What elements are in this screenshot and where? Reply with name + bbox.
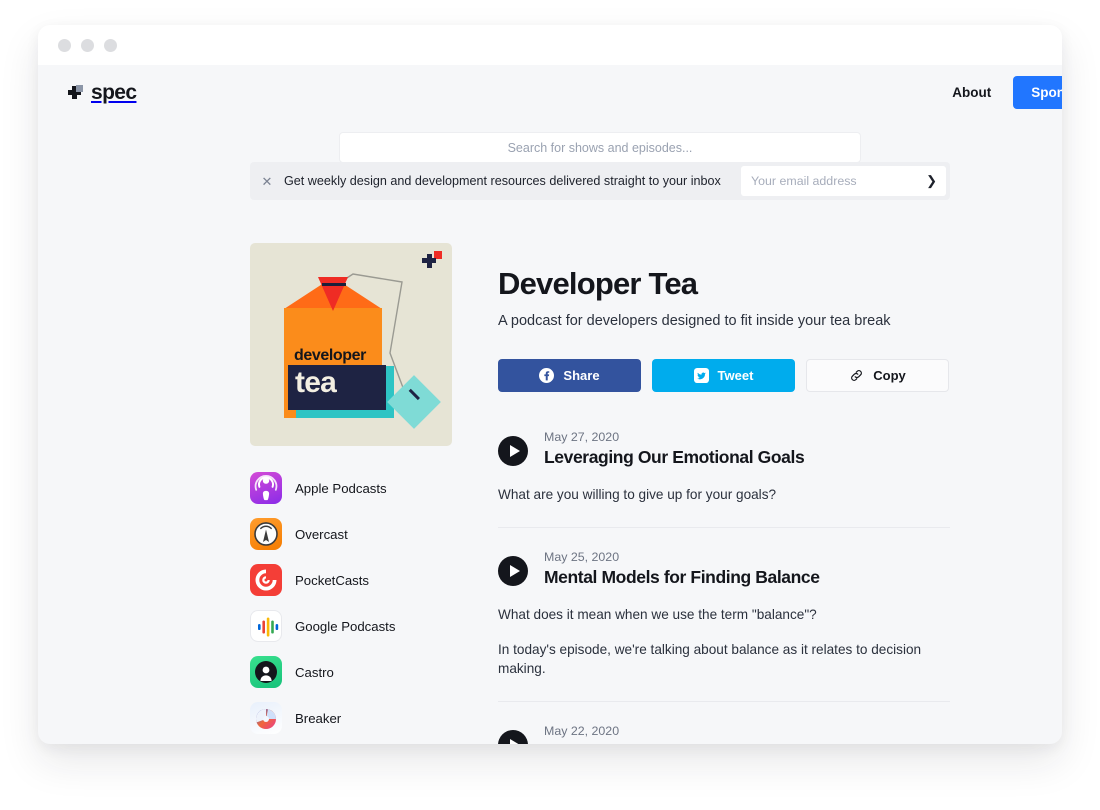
platform-link-apple-podcasts[interactable]: Apple Podcasts bbox=[250, 472, 452, 504]
platform-label: Apple Podcasts bbox=[295, 480, 387, 496]
episode-list: May 27, 2020 Leveraging Our Emotional Go… bbox=[498, 430, 950, 744]
podcast-artwork: developer tea bbox=[250, 243, 452, 446]
play-icon[interactable] bbox=[498, 436, 528, 467]
show-subtitle: A podcast for developers designed to fit… bbox=[498, 313, 891, 330]
share-buttons: Share Tweet Copy bbox=[498, 359, 950, 393]
episode-title[interactable]: Mental Models for Finding Balance bbox=[544, 567, 820, 588]
browser-window: spec About Sponsor ✕ Get weekly design a… bbox=[38, 25, 1062, 744]
facebook-icon bbox=[539, 368, 555, 384]
newsletter-banner: ✕ Get weekly design and development reso… bbox=[250, 162, 950, 200]
episode-paragraph: In today's episode, we're talking about … bbox=[498, 641, 922, 677]
platform-label: Google Podcasts bbox=[295, 618, 396, 634]
google-podcasts-icon bbox=[250, 610, 282, 642]
newsletter-email-input[interactable] bbox=[741, 166, 946, 196]
facebook-share-button[interactable]: Share bbox=[498, 359, 641, 393]
play-icon[interactable] bbox=[498, 729, 528, 744]
artwork-line2: tea bbox=[295, 366, 337, 399]
teabag-staple-shape bbox=[322, 283, 346, 286]
platform-label: Breaker bbox=[295, 710, 342, 726]
episode-description: What are you willing to give up for your… bbox=[498, 485, 950, 505]
traffic-light-maximize[interactable] bbox=[104, 38, 117, 52]
traffic-light-close[interactable] bbox=[58, 38, 71, 52]
link-icon bbox=[849, 368, 864, 383]
show-page-content: developer tea Apple Podcasts Overcast Po… bbox=[250, 243, 950, 744]
twitter-share-button[interactable]: Tweet bbox=[652, 359, 795, 393]
apple-podcasts-icon bbox=[250, 472, 282, 504]
episode-date: May 27, 2020 bbox=[544, 430, 620, 445]
site-logo-label: spec bbox=[91, 80, 137, 104]
twitter-share-label: Tweet bbox=[717, 368, 754, 384]
copy-link-label: Copy bbox=[873, 368, 906, 384]
platform-label: Overcast bbox=[295, 526, 348, 542]
episode-paragraph: What does it mean when we use the term "… bbox=[498, 606, 817, 622]
castro-icon bbox=[250, 656, 282, 688]
breaker-icon bbox=[250, 702, 282, 734]
header-nav: About Sponsor bbox=[952, 65, 1062, 120]
episode-date: May 25, 2020 bbox=[544, 549, 620, 564]
platform-link-pocketcasts[interactable]: PocketCasts bbox=[250, 564, 452, 596]
newsletter-email-field[interactable]: ❯ bbox=[741, 166, 946, 196]
platform-link-castro[interactable]: Castro bbox=[250, 656, 452, 688]
platform-label: Castro bbox=[295, 664, 334, 680]
platform-link-breaker[interactable]: Breaker bbox=[250, 702, 452, 734]
episode-title[interactable]: Leveraging Our Emotional Goals bbox=[544, 447, 805, 468]
show-sidebar: developer tea Apple Podcasts Overcast Po… bbox=[250, 243, 452, 744]
artwork-line1: developer bbox=[294, 347, 366, 364]
facebook-share-label: Share bbox=[563, 368, 600, 384]
platform-label: PocketCasts bbox=[295, 572, 370, 588]
platform-link-google-podcasts[interactable]: Google Podcasts bbox=[250, 610, 452, 642]
play-icon[interactable] bbox=[498, 555, 528, 586]
episode-date: May 22, 2020 bbox=[544, 723, 620, 738]
traffic-light-minimize[interactable] bbox=[81, 38, 94, 52]
artwork-spec-plus-mark-icon bbox=[422, 251, 442, 270]
chevron-right-icon[interactable]: ❯ bbox=[926, 173, 937, 189]
platform-links: Apple Podcasts Overcast PocketCasts Goog… bbox=[250, 472, 452, 744]
nav-about-link[interactable]: About bbox=[952, 85, 991, 100]
newsletter-banner-text: Get weekly design and development resour… bbox=[284, 174, 721, 188]
overcast-icon bbox=[250, 518, 282, 550]
window-titlebar bbox=[38, 25, 1062, 65]
search-input[interactable] bbox=[339, 132, 861, 163]
spec-plus-mark-icon bbox=[64, 83, 84, 103]
site-logo[interactable]: spec bbox=[64, 80, 137, 105]
platform-link-overcast[interactable]: Overcast bbox=[250, 518, 452, 550]
episode-item: May 25, 2020 Mental Models for Finding B… bbox=[498, 526, 950, 701]
episode-item: May 22, 2020 High Certainty, High Value … bbox=[498, 700, 950, 744]
twitter-icon bbox=[693, 368, 709, 384]
pocketcasts-icon bbox=[250, 564, 282, 596]
search-box[interactable] bbox=[339, 132, 861, 163]
episode-paragraph: What are you willing to give up for your… bbox=[498, 487, 777, 503]
show-main: Developer Tea A podcast for developers d… bbox=[498, 243, 950, 744]
site-header: spec About Sponsor bbox=[38, 65, 1062, 163]
copy-link-button[interactable]: Copy bbox=[806, 359, 949, 393]
sponsor-button[interactable]: Sponsor bbox=[1013, 76, 1062, 109]
episode-item: May 27, 2020 Leveraging Our Emotional Go… bbox=[498, 430, 950, 527]
episode-description: What does it mean when we use the term "… bbox=[498, 605, 950, 679]
page-title: Developer Tea bbox=[498, 266, 698, 301]
episode-title[interactable]: High Certainty, High Value Defaults bbox=[544, 741, 822, 744]
close-icon[interactable]: ✕ bbox=[250, 175, 284, 188]
